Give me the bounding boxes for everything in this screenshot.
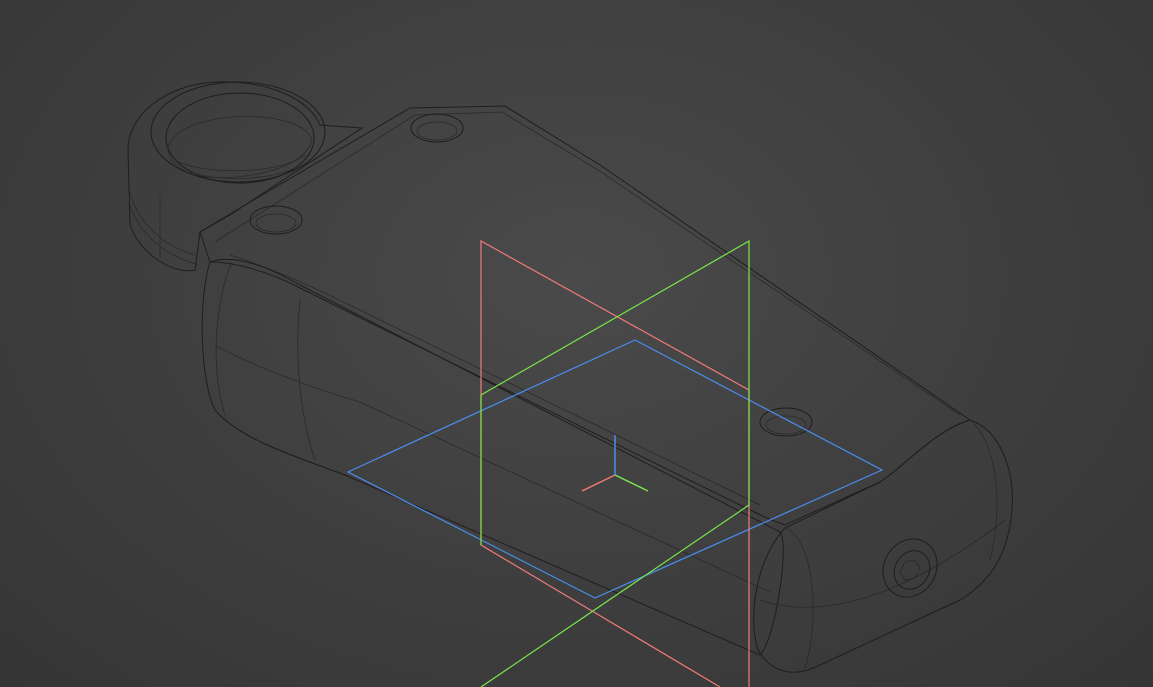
y-axis [614, 474, 649, 492]
x-axis [581, 474, 616, 492]
mounting-hole-3 [759, 407, 813, 437]
axis-triad [581, 435, 649, 492]
body-top-face [199, 105, 972, 526]
scene-canvas[interactable] [0, 0, 1153, 687]
eyelet-ring [127, 81, 364, 272]
3d-viewport[interactable] [0, 0, 1153, 687]
socket-screw [882, 538, 938, 598]
mounting-hole-2 [249, 205, 303, 235]
mounting-hole-1 [410, 113, 464, 143]
body-side-face [201, 258, 784, 656]
body-end-cap [753, 419, 1013, 673]
